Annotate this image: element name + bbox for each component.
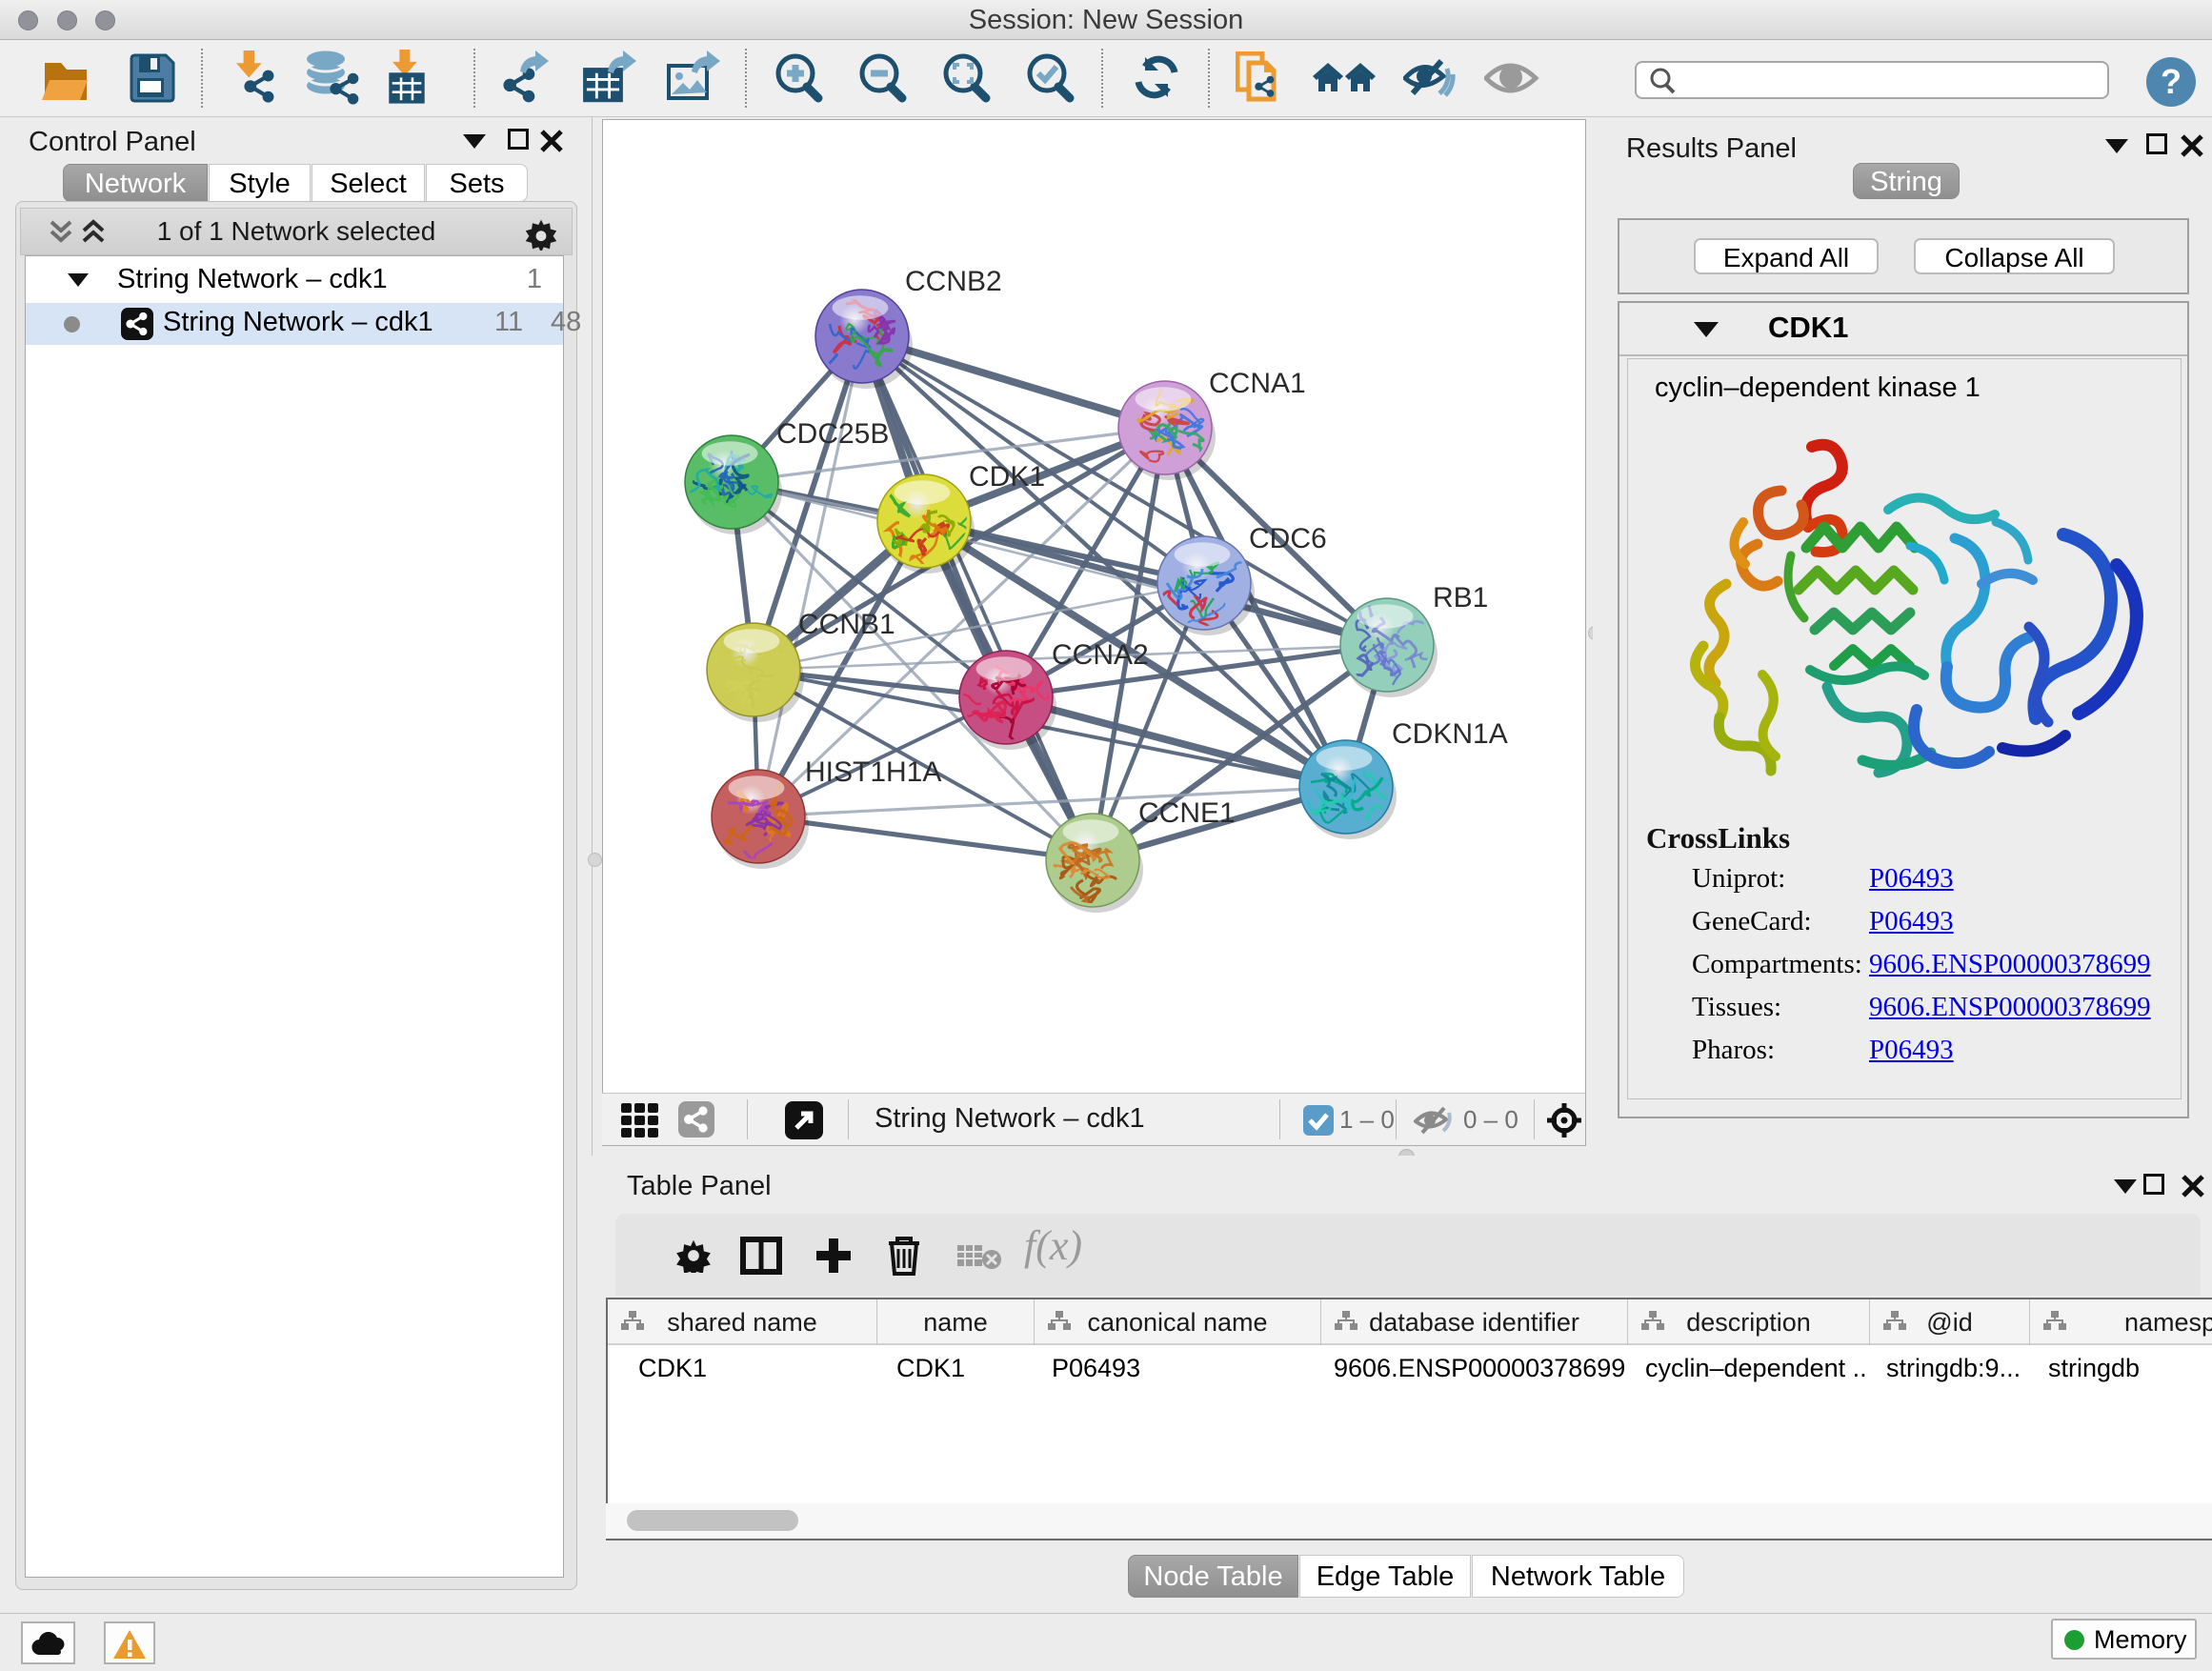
svg-text:CDC25B: CDC25B [776,418,889,450]
svg-text:HIST1H1A: HIST1H1A [805,756,941,788]
svg-text:?: ? [2161,62,2182,101]
svg-text:CDKN1A: CDKN1A [1392,718,1508,750]
svg-text:CDK1: CDK1 [969,461,1045,493]
svg-text:CCNE1: CCNE1 [1138,797,1236,829]
svg-text:CCNB2: CCNB2 [905,266,1002,297]
svg-text:CCNB1: CCNB1 [798,609,895,640]
svg-text:CCNA2: CCNA2 [1052,639,1149,671]
svg-text:CCNA1: CCNA1 [1209,368,1306,399]
svg-text:RB1: RB1 [1433,582,1488,614]
svg-text:CDC6: CDC6 [1249,523,1327,554]
